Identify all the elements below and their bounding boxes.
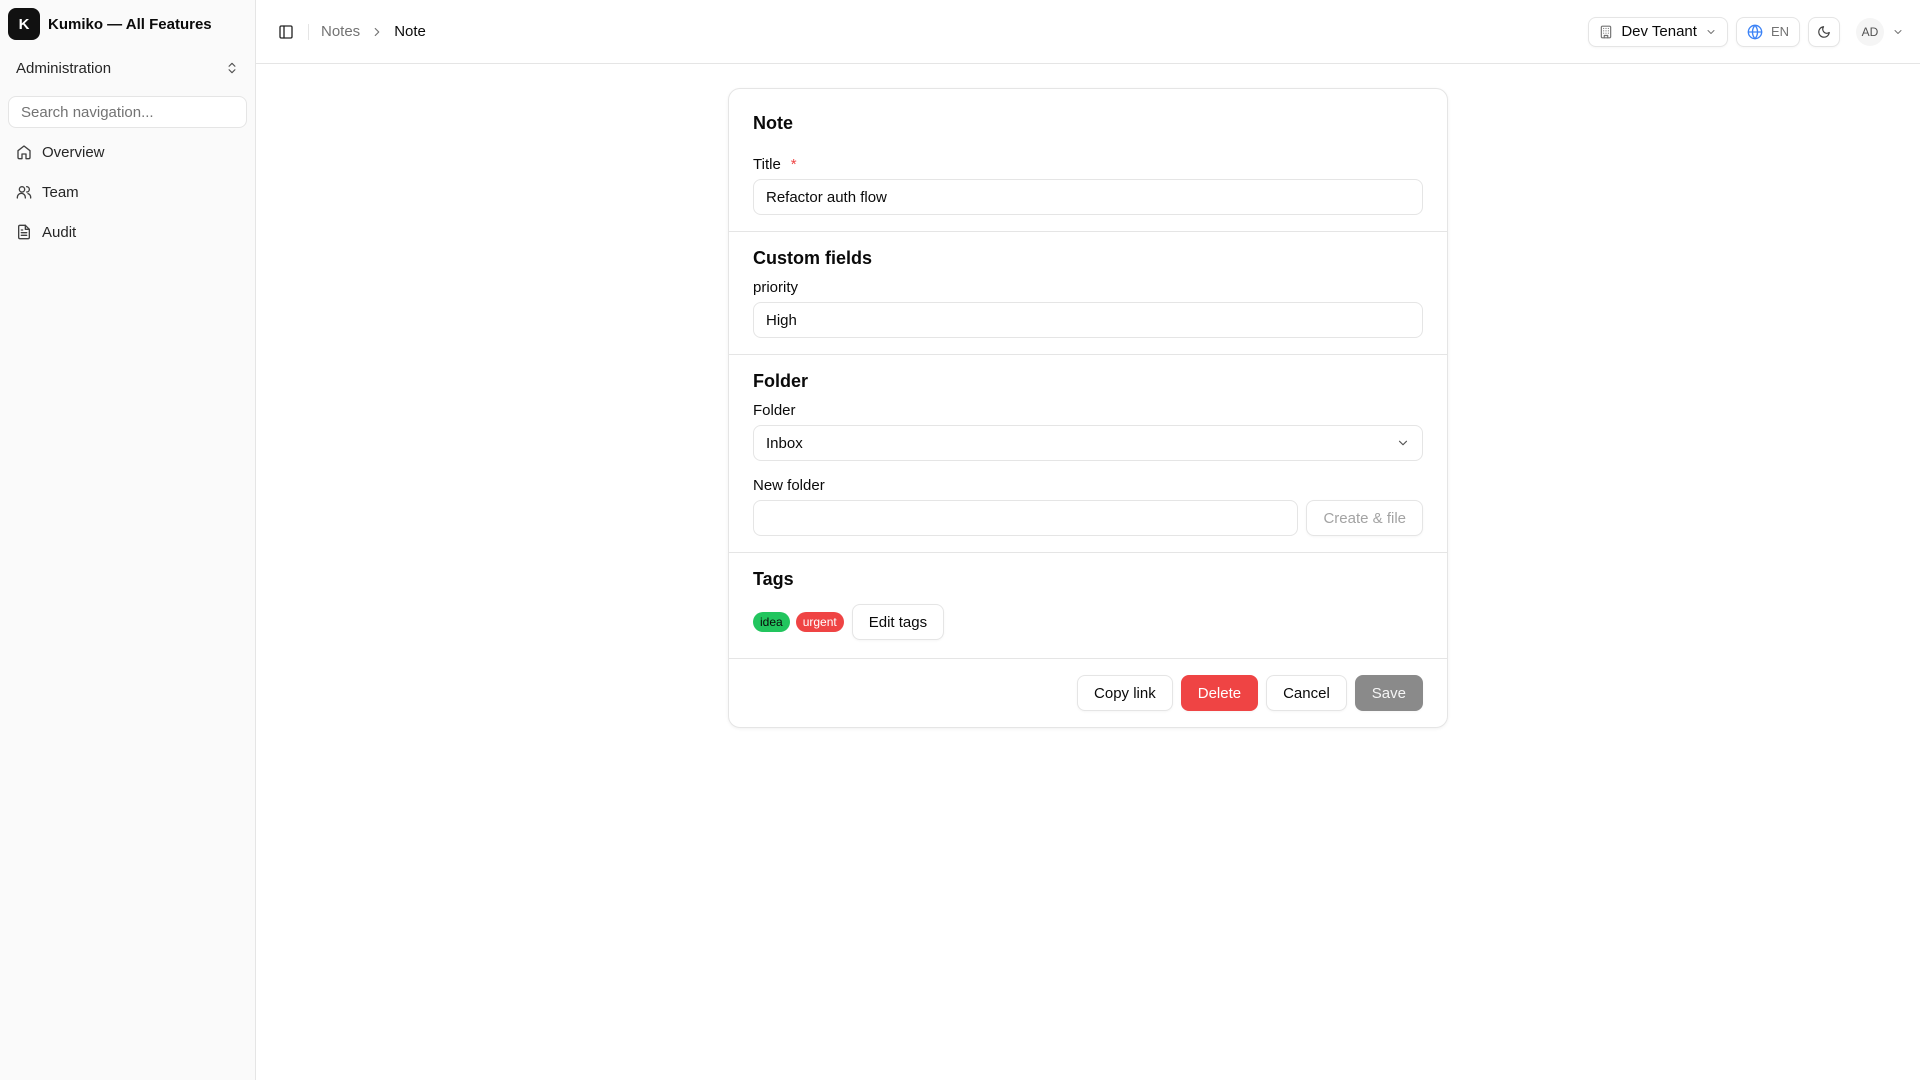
form-actions: Copy link Delete Cancel Save (729, 659, 1447, 727)
moon-icon (1818, 25, 1830, 38)
nav-search-input[interactable] (8, 96, 247, 128)
breadcrumb-notes-link[interactable]: Notes (321, 23, 360, 40)
language-switcher-button[interactable]: EN (1735, 16, 1800, 47)
save-button[interactable]: Save (1354, 675, 1423, 711)
building-icon (1601, 25, 1612, 38)
tag-idea: idea (753, 612, 790, 632)
tag-urgent: urgent (795, 612, 844, 632)
cancel-button[interactable]: Cancel (1266, 675, 1347, 711)
header-divider (308, 23, 309, 40)
sidebar-item-label: Team (42, 183, 79, 201)
new-folder-input[interactable] (753, 500, 1299, 536)
delete-button[interactable]: Delete (1180, 675, 1259, 711)
chevrons-up-down-icon (228, 62, 236, 74)
tags-section: Tags idea urgent Edit tags (729, 553, 1447, 659)
app-name: Kumiko — All Features (48, 15, 212, 33)
sidebar-item-team[interactable]: Team (8, 176, 247, 208)
custom-fields-section: Custom fields priority (729, 232, 1447, 355)
sidebar-item-overview[interactable]: Overview (8, 136, 247, 168)
folder-select[interactable]: Inbox (753, 425, 1423, 461)
home-icon (17, 145, 31, 160)
avatar: AD (1856, 17, 1884, 46)
note-form-card: Note Title * Custom fields priority Fold… (728, 88, 1448, 728)
breadcrumb-current: Note (394, 23, 426, 40)
tags-title: Tags (753, 569, 794, 589)
sidebar-nav: Overview Team Audit (8, 136, 247, 248)
main-area: Notes Note Dev Tenant EN AD Note Title *… (256, 0, 1920, 1080)
edit-tags-button[interactable]: Edit tags (851, 604, 945, 640)
folder-section: Folder Folder Inbox New folder Create & … (729, 355, 1447, 553)
card-title: Note (753, 113, 793, 133)
sidebar-item-audit[interactable]: Audit (8, 216, 247, 248)
create-and-file-button[interactable]: Create & file (1306, 500, 1423, 536)
brand[interactable]: K Kumiko — All Features (8, 8, 247, 40)
tenant-switcher-button[interactable]: Dev Tenant (1588, 16, 1728, 47)
workspace-switcher[interactable]: Administration (8, 52, 247, 84)
sidebar-item-label: Audit (42, 223, 77, 241)
header-actions: Dev Tenant EN AD (1588, 16, 1904, 47)
priority-input[interactable] (753, 302, 1423, 338)
chevron-down-icon (1398, 440, 1408, 446)
workspace-name: Administration (16, 59, 112, 77)
globe-icon (1747, 24, 1763, 39)
chevron-down-icon (1894, 29, 1902, 34)
folder-section-title: Folder (753, 371, 809, 391)
new-folder-field-label: New folder (753, 477, 825, 494)
title-field-label: Title * (753, 156, 1423, 173)
theme-toggle-button[interactable] (1808, 16, 1840, 47)
title-label-text: Title (753, 156, 781, 173)
sidebar-item-label: Overview (42, 143, 105, 161)
folder-field-label: Folder (753, 402, 796, 419)
panel-left-icon (279, 24, 293, 39)
tag-list: idea urgent Edit tags (753, 604, 1423, 642)
sidebar-toggle-button[interactable] (272, 18, 300, 46)
custom-fields-title: Custom fields (753, 248, 873, 268)
file-text-icon (18, 224, 30, 240)
copy-link-button[interactable]: Copy link (1077, 675, 1173, 711)
folder-select-value: Inbox (766, 434, 803, 452)
tenant-name: Dev Tenant (1621, 23, 1697, 40)
title-input[interactable] (753, 179, 1423, 215)
user-menu-button[interactable]: AD (1856, 17, 1904, 46)
page-content: Note Title * Custom fields priority Fold… (256, 64, 1920, 1080)
chevron-right-icon (374, 27, 380, 36)
users-icon (16, 186, 32, 199)
note-section: Note Title * (729, 89, 1447, 232)
new-folder-row: Create & file (753, 500, 1423, 536)
priority-field-label: priority (753, 279, 799, 296)
sidebar: K Kumiko — All Features Administration O… (0, 0, 256, 1080)
required-mark: * (790, 156, 797, 173)
breadcrumb: Notes Note (321, 23, 426, 40)
top-header: Notes Note Dev Tenant EN AD (256, 0, 1920, 64)
chevron-down-icon (1707, 29, 1715, 34)
language-code: EN (1770, 24, 1789, 39)
app-logo: K (8, 8, 40, 40)
